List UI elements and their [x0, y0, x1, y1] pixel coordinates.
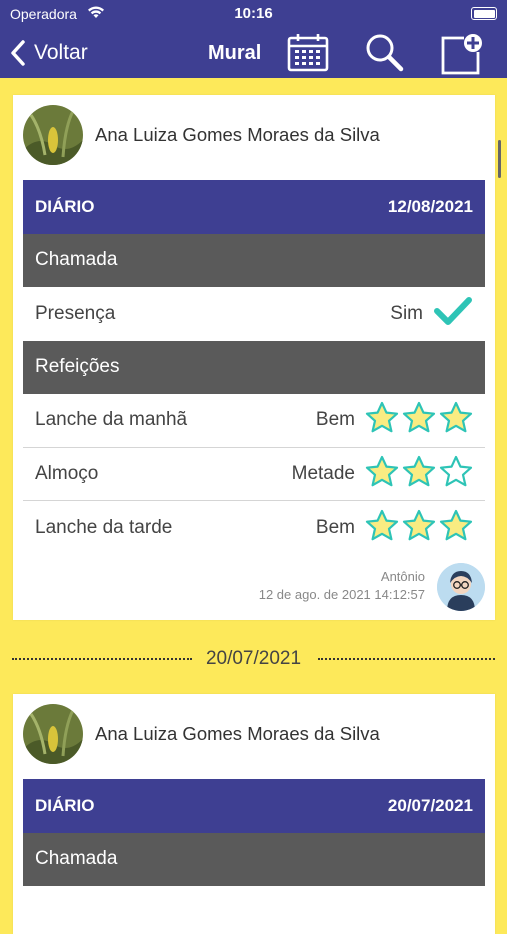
- check-icon: [433, 296, 473, 332]
- star-filled-icon: [402, 401, 436, 439]
- diary-header: DIÁRIO 12/08/2021: [23, 180, 485, 234]
- separator-line: [318, 658, 495, 660]
- section-refeicoes: Refeições: [23, 340, 485, 394]
- post-card: Ana Luiza Gomes Moraes da Silva DIÁRIO 2…: [13, 694, 495, 934]
- presence-row: Presença Sim: [23, 287, 485, 341]
- star-filled-icon: [402, 455, 436, 493]
- section-title: Refeições: [35, 356, 120, 378]
- post-card: Ana Luiza Gomes Moraes da Silva DIÁRIO 1…: [13, 95, 495, 620]
- meal-row: Lanche da manhã Bem: [23, 394, 485, 448]
- app-header: Operadora 10:16 Voltar Mural: [0, 0, 507, 78]
- author-name: Ana Luiza Gomes Moraes da Silva: [95, 723, 380, 744]
- search-icon[interactable]: [363, 32, 405, 77]
- chevron-left-icon: [11, 40, 25, 66]
- calendar-icon[interactable]: [287, 32, 329, 77]
- presence-label: Presença: [35, 302, 116, 324]
- post-meta: Antônio 12 de ago. de 2021 14:12:57: [259, 568, 425, 604]
- author-name: Ana Luiza Gomes Moraes da Silva: [95, 124, 380, 145]
- diary-label: DIÁRIO: [35, 196, 95, 216]
- rating-stars: [365, 401, 473, 439]
- scrollbar[interactable]: [498, 140, 501, 178]
- post-author[interactable]: Ana Luiza Gomes Moraes da Silva: [23, 704, 380, 764]
- star-empty-icon: [439, 455, 473, 493]
- rating-stars: [365, 509, 473, 547]
- student-avatar: [23, 704, 83, 764]
- rating-stars: [365, 455, 473, 493]
- student-avatar: [23, 105, 83, 165]
- meal-label: Almoço: [35, 462, 99, 484]
- teacher-avatar[interactable]: [437, 563, 485, 611]
- meal-row: Almoço Metade: [23, 448, 485, 501]
- meal-label: Lanche da tarde: [35, 516, 173, 538]
- page-title: Mural: [208, 42, 262, 64]
- nav-bar: Voltar Mural: [0, 30, 507, 76]
- section-chamada: Chamada: [23, 832, 485, 886]
- meal-value: Bem: [315, 409, 355, 431]
- diary-header: DIÁRIO 20/07/2021: [23, 779, 485, 833]
- star-filled-icon: [365, 401, 399, 439]
- diary-table: DIÁRIO 20/07/2021 Chamada: [23, 779, 485, 886]
- star-filled-icon: [365, 509, 399, 547]
- back-label: Voltar: [34, 41, 88, 64]
- star-filled-icon: [365, 455, 399, 493]
- back-button[interactable]: Voltar: [10, 34, 88, 72]
- section-chamada: Chamada: [23, 233, 485, 287]
- status-time: 10:16: [234, 5, 273, 22]
- status-bar: Operadora 10:16: [0, 0, 507, 28]
- meal-row: Lanche da tarde Bem: [23, 501, 485, 555]
- section-title: Chamada: [35, 848, 118, 870]
- diary-date: 20/07/2021: [387, 795, 473, 815]
- battery-icon: [471, 7, 497, 20]
- meal-value: Metade: [291, 462, 355, 484]
- new-post-icon[interactable]: [440, 32, 484, 81]
- section-title: Chamada: [35, 249, 118, 271]
- date-separator: 20/07/2021: [0, 645, 507, 673]
- meal-label: Lanche da manhã: [35, 409, 188, 431]
- star-filled-icon: [439, 509, 473, 547]
- posted-by: Antônio: [380, 569, 425, 584]
- diary-label: DIÁRIO: [35, 795, 95, 815]
- diary-table: DIÁRIO 12/08/2021 Chamada Presença Sim R…: [23, 180, 485, 555]
- star-filled-icon: [439, 401, 473, 439]
- meal-value: Bem: [315, 516, 355, 538]
- diary-date: 12/08/2021: [387, 196, 473, 216]
- star-filled-icon: [402, 509, 436, 547]
- posted-at: 12 de ago. de 2021 14:12:57: [258, 587, 425, 602]
- post-author[interactable]: Ana Luiza Gomes Moraes da Silva: [23, 105, 380, 165]
- presence-value: Sim: [390, 302, 423, 324]
